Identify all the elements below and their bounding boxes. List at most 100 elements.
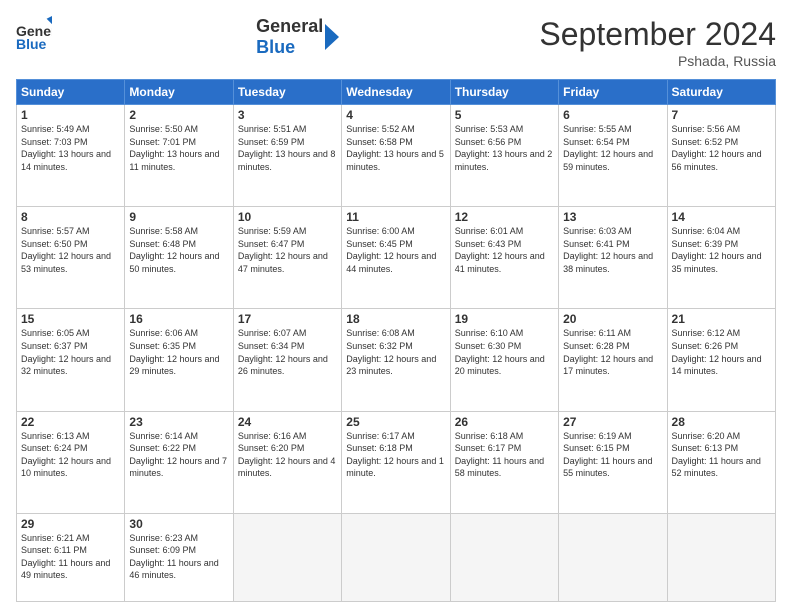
calendar-cell bbox=[559, 513, 667, 601]
day-number: 20 bbox=[563, 312, 662, 326]
calendar-cell: 11 Sunrise: 6:00 AM Sunset: 6:45 PM Dayl… bbox=[342, 207, 450, 309]
day-info: Sunrise: 5:50 AM Sunset: 7:01 PM Dayligh… bbox=[129, 123, 228, 173]
calendar-cell: 16 Sunrise: 6:06 AM Sunset: 6:35 PM Dayl… bbox=[125, 309, 233, 411]
day-info: Sunrise: 6:01 AM Sunset: 6:43 PM Dayligh… bbox=[455, 225, 554, 275]
calendar-cell: 26 Sunrise: 6:18 AM Sunset: 6:17 PM Dayl… bbox=[450, 411, 558, 513]
calendar-cell: 1 Sunrise: 5:49 AM Sunset: 7:03 PM Dayli… bbox=[17, 105, 125, 207]
day-number: 7 bbox=[672, 108, 771, 122]
calendar-cell: 17 Sunrise: 6:07 AM Sunset: 6:34 PM Dayl… bbox=[233, 309, 341, 411]
day-number: 27 bbox=[563, 415, 662, 429]
day-info: Sunrise: 6:23 AM Sunset: 6:09 PM Dayligh… bbox=[129, 532, 228, 582]
day-info: Sunrise: 6:20 AM Sunset: 6:13 PM Dayligh… bbox=[672, 430, 771, 480]
calendar-cell: 9 Sunrise: 5:58 AM Sunset: 6:48 PM Dayli… bbox=[125, 207, 233, 309]
day-number: 22 bbox=[21, 415, 120, 429]
day-info: Sunrise: 6:21 AM Sunset: 6:11 PM Dayligh… bbox=[21, 532, 120, 582]
calendar-cell: 21 Sunrise: 6:12 AM Sunset: 6:26 PM Dayl… bbox=[667, 309, 775, 411]
calendar-cell: 29 Sunrise: 6:21 AM Sunset: 6:11 PM Dayl… bbox=[17, 513, 125, 601]
day-info: Sunrise: 6:04 AM Sunset: 6:39 PM Dayligh… bbox=[672, 225, 771, 275]
calendar-cell: 8 Sunrise: 5:57 AM Sunset: 6:50 PM Dayli… bbox=[17, 207, 125, 309]
day-number: 18 bbox=[346, 312, 445, 326]
svg-text:Blue: Blue bbox=[16, 36, 47, 52]
day-info: Sunrise: 6:19 AM Sunset: 6:15 PM Dayligh… bbox=[563, 430, 662, 480]
week-row-4: 22 Sunrise: 6:13 AM Sunset: 6:24 PM Dayl… bbox=[17, 411, 776, 513]
calendar-cell: 18 Sunrise: 6:08 AM Sunset: 6:32 PM Dayl… bbox=[342, 309, 450, 411]
title-block: September 2024 Pshada, Russia bbox=[539, 16, 776, 69]
logo-arrow-icon bbox=[325, 24, 339, 50]
day-number: 26 bbox=[455, 415, 554, 429]
calendar-cell: 3 Sunrise: 5:51 AM Sunset: 6:59 PM Dayli… bbox=[233, 105, 341, 207]
day-info: Sunrise: 6:13 AM Sunset: 6:24 PM Dayligh… bbox=[21, 430, 120, 480]
header: General Blue GeneralBlue September 2024 … bbox=[16, 16, 776, 69]
calendar-cell bbox=[233, 513, 341, 601]
header-row: Sunday Monday Tuesday Wednesday Thursday… bbox=[17, 80, 776, 105]
day-info: Sunrise: 5:51 AM Sunset: 6:59 PM Dayligh… bbox=[238, 123, 337, 173]
day-number: 8 bbox=[21, 210, 120, 224]
day-info: Sunrise: 6:05 AM Sunset: 6:37 PM Dayligh… bbox=[21, 327, 120, 377]
calendar-cell bbox=[450, 513, 558, 601]
calendar-cell: 24 Sunrise: 6:16 AM Sunset: 6:20 PM Dayl… bbox=[233, 411, 341, 513]
day-number: 19 bbox=[455, 312, 554, 326]
logo-icon: General Blue bbox=[16, 16, 52, 52]
day-info: Sunrise: 6:14 AM Sunset: 6:22 PM Dayligh… bbox=[129, 430, 228, 480]
month-title: September 2024 bbox=[539, 16, 776, 53]
day-info: Sunrise: 6:00 AM Sunset: 6:45 PM Dayligh… bbox=[346, 225, 445, 275]
day-number: 24 bbox=[238, 415, 337, 429]
day-info: Sunrise: 6:03 AM Sunset: 6:41 PM Dayligh… bbox=[563, 225, 662, 275]
day-number: 17 bbox=[238, 312, 337, 326]
day-number: 12 bbox=[455, 210, 554, 224]
calendar-cell: 19 Sunrise: 6:10 AM Sunset: 6:30 PM Dayl… bbox=[450, 309, 558, 411]
day-number: 30 bbox=[129, 517, 228, 531]
day-number: 29 bbox=[21, 517, 120, 531]
calendar-cell: 14 Sunrise: 6:04 AM Sunset: 6:39 PM Dayl… bbox=[667, 207, 775, 309]
day-number: 3 bbox=[238, 108, 337, 122]
day-number: 23 bbox=[129, 415, 228, 429]
col-thursday: Thursday bbox=[450, 80, 558, 105]
day-number: 13 bbox=[563, 210, 662, 224]
day-info: Sunrise: 5:59 AM Sunset: 6:47 PM Dayligh… bbox=[238, 225, 337, 275]
day-info: Sunrise: 5:49 AM Sunset: 7:03 PM Dayligh… bbox=[21, 123, 120, 173]
calendar-cell: 5 Sunrise: 5:53 AM Sunset: 6:56 PM Dayli… bbox=[450, 105, 558, 207]
day-number: 1 bbox=[21, 108, 120, 122]
day-info: Sunrise: 6:11 AM Sunset: 6:28 PM Dayligh… bbox=[563, 327, 662, 377]
calendar-cell: 4 Sunrise: 5:52 AM Sunset: 6:58 PM Dayli… bbox=[342, 105, 450, 207]
calendar-cell: 22 Sunrise: 6:13 AM Sunset: 6:24 PM Dayl… bbox=[17, 411, 125, 513]
logo: General Blue bbox=[16, 16, 56, 57]
day-number: 11 bbox=[346, 210, 445, 224]
col-saturday: Saturday bbox=[667, 80, 775, 105]
week-row-3: 15 Sunrise: 6:05 AM Sunset: 6:37 PM Dayl… bbox=[17, 309, 776, 411]
day-number: 21 bbox=[672, 312, 771, 326]
calendar-cell: 15 Sunrise: 6:05 AM Sunset: 6:37 PM Dayl… bbox=[17, 309, 125, 411]
week-row-5: 29 Sunrise: 6:21 AM Sunset: 6:11 PM Dayl… bbox=[17, 513, 776, 601]
page: General Blue GeneralBlue September 2024 … bbox=[0, 0, 792, 612]
day-info: Sunrise: 6:12 AM Sunset: 6:26 PM Dayligh… bbox=[672, 327, 771, 377]
day-info: Sunrise: 6:10 AM Sunset: 6:30 PM Dayligh… bbox=[455, 327, 554, 377]
calendar-cell: 25 Sunrise: 6:17 AM Sunset: 6:18 PM Dayl… bbox=[342, 411, 450, 513]
calendar-cell bbox=[342, 513, 450, 601]
day-number: 28 bbox=[672, 415, 771, 429]
calendar-cell: 20 Sunrise: 6:11 AM Sunset: 6:28 PM Dayl… bbox=[559, 309, 667, 411]
calendar-cell bbox=[667, 513, 775, 601]
day-number: 6 bbox=[563, 108, 662, 122]
day-info: Sunrise: 6:16 AM Sunset: 6:20 PM Dayligh… bbox=[238, 430, 337, 480]
day-info: Sunrise: 6:06 AM Sunset: 6:35 PM Dayligh… bbox=[129, 327, 228, 377]
col-friday: Friday bbox=[559, 80, 667, 105]
day-number: 9 bbox=[129, 210, 228, 224]
day-info: Sunrise: 6:08 AM Sunset: 6:32 PM Dayligh… bbox=[346, 327, 445, 377]
calendar-cell: 2 Sunrise: 5:50 AM Sunset: 7:01 PM Dayli… bbox=[125, 105, 233, 207]
calendar-cell: 7 Sunrise: 5:56 AM Sunset: 6:52 PM Dayli… bbox=[667, 105, 775, 207]
calendar-cell: 27 Sunrise: 6:19 AM Sunset: 6:15 PM Dayl… bbox=[559, 411, 667, 513]
day-number: 5 bbox=[455, 108, 554, 122]
week-row-2: 8 Sunrise: 5:57 AM Sunset: 6:50 PM Dayli… bbox=[17, 207, 776, 309]
calendar-cell: 10 Sunrise: 5:59 AM Sunset: 6:47 PM Dayl… bbox=[233, 207, 341, 309]
day-info: Sunrise: 6:18 AM Sunset: 6:17 PM Dayligh… bbox=[455, 430, 554, 480]
day-info: Sunrise: 6:07 AM Sunset: 6:34 PM Dayligh… bbox=[238, 327, 337, 377]
calendar-table: Sunday Monday Tuesday Wednesday Thursday… bbox=[16, 79, 776, 602]
day-number: 16 bbox=[129, 312, 228, 326]
calendar-cell: 13 Sunrise: 6:03 AM Sunset: 6:41 PM Dayl… bbox=[559, 207, 667, 309]
day-number: 14 bbox=[672, 210, 771, 224]
calendar-cell: 6 Sunrise: 5:55 AM Sunset: 6:54 PM Dayli… bbox=[559, 105, 667, 207]
location: Pshada, Russia bbox=[539, 53, 776, 69]
day-info: Sunrise: 6:17 AM Sunset: 6:18 PM Dayligh… bbox=[346, 430, 445, 480]
day-info: Sunrise: 5:57 AM Sunset: 6:50 PM Dayligh… bbox=[21, 225, 120, 275]
col-monday: Monday bbox=[125, 80, 233, 105]
